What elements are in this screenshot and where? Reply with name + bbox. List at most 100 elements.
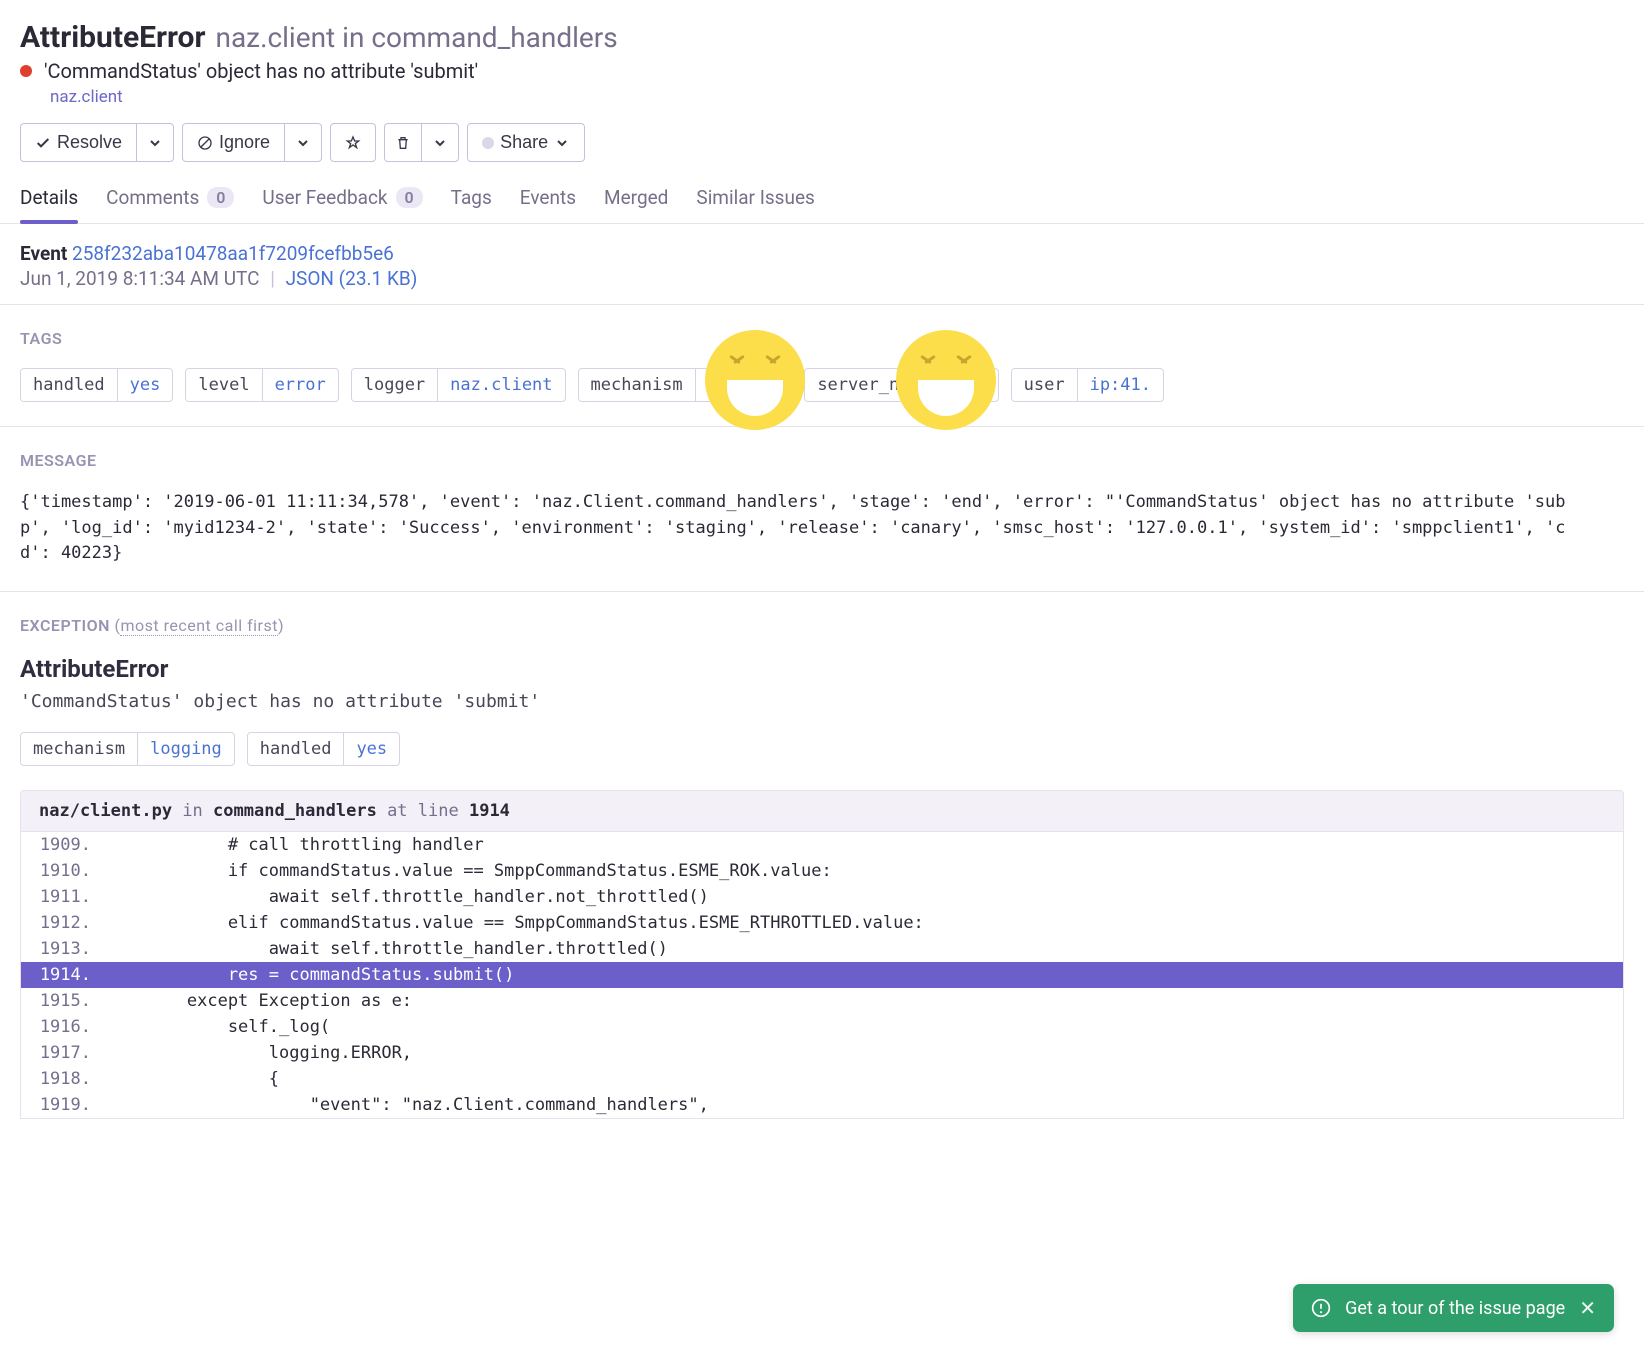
code-line-number: 1918. — [21, 1066, 105, 1092]
chevron-down-icon — [295, 135, 311, 151]
frame-file: naz/client.py — [39, 801, 172, 821]
check-icon — [35, 135, 51, 151]
share-button[interactable]: Share — [467, 123, 585, 162]
tag-value-link[interactable]: logging — [137, 733, 234, 765]
tab-user-feedback[interactable]: User Feedback 0 — [262, 178, 422, 223]
laughing-emoji-overlay — [896, 330, 996, 430]
exception-section-heading: EXCEPTION (most recent call first) — [20, 616, 1624, 635]
frame-in-word: in — [182, 801, 202, 821]
ignore-icon — [197, 135, 213, 151]
delete-button-group — [384, 123, 459, 162]
tag-pill: handledyes — [247, 732, 400, 766]
chevron-down-icon — [554, 135, 570, 151]
code-line-number: 1912. — [21, 910, 105, 936]
tour-close-button[interactable]: ✕ — [1579, 1296, 1596, 1320]
tag-pill: levelerror — [185, 368, 338, 402]
code-line-text: "event": "naz.Client.command_handlers", — [105, 1092, 1623, 1118]
ignore-button-group: Ignore — [182, 123, 322, 162]
ignore-button[interactable]: Ignore — [183, 124, 284, 161]
ignore-label: Ignore — [219, 132, 270, 153]
issue-title-module: naz.client in command_handlers — [215, 21, 617, 54]
code-line-text: except Exception as e: — [105, 988, 1623, 1014]
code-row: 1918. { — [21, 1066, 1623, 1092]
tab-user-feedback-label: User Feedback — [262, 186, 387, 209]
frame-function: command_handlers — [213, 801, 377, 821]
tab-events-label: Events — [520, 186, 576, 209]
tag-key: user — [1012, 369, 1077, 401]
tag-pill: mechanismlogging — [20, 732, 235, 766]
tab-events[interactable]: Events — [520, 178, 576, 223]
tag-pill: userip:41. — [1011, 368, 1164, 402]
stack-frame-code: 1909. # call throttling handler1910. if … — [20, 832, 1624, 1119]
message-section-heading: MESSAGE — [20, 451, 1624, 470]
tag-key: level — [186, 369, 261, 401]
issue-subtitle: 'CommandStatus' object has no attribute … — [44, 59, 478, 83]
tab-merged[interactable]: Merged — [604, 178, 668, 223]
tag-key: mechanism — [579, 369, 695, 401]
trash-icon — [395, 135, 411, 151]
tag-value-link[interactable]: yes — [117, 369, 173, 401]
code-row: 1912. elif commandStatus.value == SmppCo… — [21, 910, 1623, 936]
code-row: 1913. await self.throttle_handler.thrott… — [21, 936, 1623, 962]
code-line-text: # call throttling handler — [105, 832, 1623, 858]
event-label: Event — [20, 242, 67, 265]
code-line-number: 1914. — [21, 962, 105, 988]
tab-details[interactable]: Details — [20, 178, 78, 223]
code-row: 1909. # call throttling handler — [21, 832, 1623, 858]
tag-value-link[interactable]: error — [262, 369, 338, 401]
star-icon — [345, 135, 361, 151]
laughing-emoji-overlay — [705, 330, 805, 430]
event-json-link[interactable]: JSON (23.1 KB) — [286, 267, 418, 290]
frame-line-number: 1914 — [469, 801, 510, 821]
code-line-text: logging.ERROR, — [105, 1040, 1623, 1066]
breadcrumb-link[interactable]: naz.client — [50, 87, 123, 107]
frame-atline-word: at line — [387, 801, 459, 821]
stack-frame-header[interactable]: naz/client.py in command_handlers at lin… — [20, 790, 1624, 832]
ignore-chevron-button[interactable] — [284, 124, 321, 161]
tab-similar[interactable]: Similar Issues — [696, 178, 814, 223]
tab-similar-label: Similar Issues — [696, 186, 814, 209]
code-line-text: elif commandStatus.value == SmppCommandS… — [105, 910, 1623, 936]
exception-order-note[interactable]: most recent call first — [120, 616, 277, 636]
tag-value-link[interactable]: naz.client — [437, 369, 564, 401]
code-line-number: 1910. — [21, 858, 105, 884]
code-line-number: 1911. — [21, 884, 105, 910]
user-feedback-count-badge: 0 — [396, 187, 423, 208]
code-row: 1919. "event": "naz.Client.command_handl… — [21, 1092, 1623, 1118]
code-row: 1916. self._log( — [21, 1014, 1623, 1040]
resolve-label: Resolve — [57, 132, 122, 153]
delete-chevron-button[interactable] — [421, 124, 458, 161]
tour-text[interactable]: Get a tour of the issue page — [1345, 1298, 1565, 1319]
tour-banner: Get a tour of the issue page ✕ — [1293, 1284, 1614, 1332]
tag-key: mechanism — [21, 733, 137, 765]
code-line-text: { — [105, 1066, 1623, 1092]
tags-section-heading: TAGS — [20, 329, 1624, 348]
comments-count-badge: 0 — [207, 187, 234, 208]
tag-value-link[interactable]: ip:41. — [1077, 369, 1163, 401]
tag-pill: handledyes — [20, 368, 173, 402]
code-line-text: if commandStatus.value == SmppCommandSta… — [105, 858, 1623, 884]
tag-value-link[interactable]: yes — [343, 733, 399, 765]
tag-pill: loggernaz.client — [351, 368, 566, 402]
tab-merged-label: Merged — [604, 186, 668, 209]
issue-tabs: Details Comments 0 User Feedback 0 Tags Ev… — [0, 178, 1644, 224]
exception-tags-row: mechanismlogging handledyes — [20, 732, 1624, 766]
tab-comments[interactable]: Comments 0 — [106, 178, 234, 223]
exception-detail: 'CommandStatus' object has no attribute … — [20, 691, 1624, 712]
bookmark-button[interactable] — [330, 123, 376, 162]
share-dot-icon — [482, 137, 494, 149]
event-id-link[interactable]: 258f232aba10478aa1f7209fcefbb5e6 — [72, 242, 394, 265]
code-row: 1911. await self.throttle_handler.not_th… — [21, 884, 1623, 910]
code-line-text: self._log( — [105, 1014, 1623, 1040]
tab-comments-label: Comments — [106, 186, 199, 209]
code-line-text: res = commandStatus.submit() — [105, 962, 1623, 988]
exception-heading-text: EXCEPTION — [20, 616, 110, 635]
chevron-down-icon — [147, 135, 163, 151]
code-row: 1917. logging.ERROR, — [21, 1040, 1623, 1066]
delete-button[interactable] — [385, 124, 421, 161]
resolve-chevron-button[interactable] — [136, 124, 173, 161]
resolve-button[interactable]: Resolve — [21, 124, 136, 161]
code-line-number: 1917. — [21, 1040, 105, 1066]
code-line-number: 1916. — [21, 1014, 105, 1040]
tab-tags[interactable]: Tags — [451, 178, 492, 223]
